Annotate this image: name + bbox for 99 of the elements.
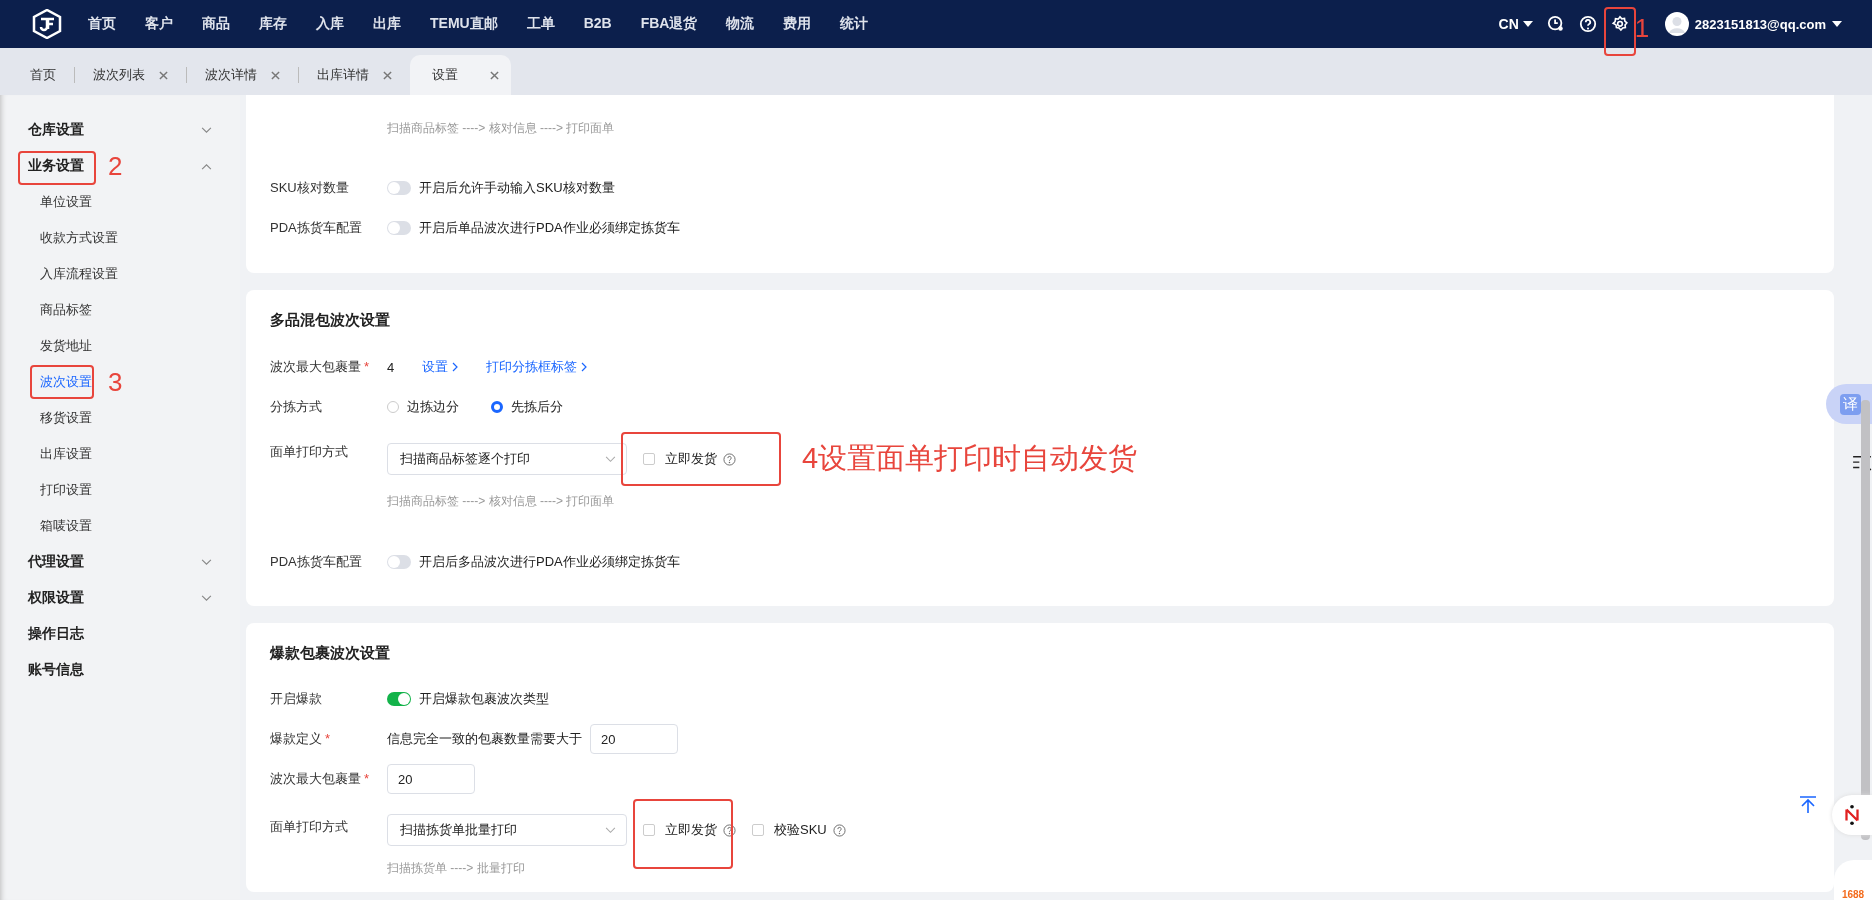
field-label: 开启爆款 [270, 690, 323, 708]
nav-link[interactable]: 客户 [145, 15, 173, 33]
annotation-number: 1 [1634, 15, 1650, 41]
switch-description: 开启后允许手动输入SKU核对数量 [419, 179, 615, 197]
page-tab[interactable]: 设置 [410, 55, 511, 95]
field-prefix: 信息完全一致的包裹数量需要大于 [387, 730, 582, 748]
toggle-switch[interactable] [387, 555, 411, 569]
link[interactable]: 打印分拣框标签 [486, 358, 588, 376]
field-label: 面单打印方式 [270, 443, 349, 461]
page-tab[interactable]: 首页 [12, 55, 74, 95]
checkbox[interactable]: 立即发货 [643, 821, 717, 839]
sidebar-item[interactable]: 商品标签 [40, 301, 92, 319]
caret-icon [1832, 21, 1842, 27]
number-field[interactable]: 20 [387, 764, 475, 794]
nav-link[interactable]: 出库 [373, 15, 401, 33]
sidebar-item[interactable]: 发货地址 [40, 337, 92, 355]
chevron-icon[interactable] [201, 126, 212, 134]
arrow-up-icon [1798, 795, 1818, 815]
close-icon[interactable] [159, 70, 168, 80]
field-label: SKU核对数量 [270, 179, 350, 197]
field-value: 4 [387, 359, 395, 375]
avatar-icon [1664, 12, 1689, 36]
checkbox[interactable]: 立即发货 [643, 450, 717, 468]
chevron-icon[interactable] [201, 162, 212, 170]
nav-link[interactable]: FBA退货 [640, 15, 698, 33]
annotation-text: 4设置面单打印时自动发货 [802, 441, 1138, 476]
flow-hint: 扫描商品标签 ----> 核对信息 ----> 打印面单 [387, 493, 616, 510]
radio-option[interactable]: 边拣边分 [387, 398, 459, 416]
sidebar-item[interactable]: 波次设置 [40, 373, 92, 391]
sidebar-item[interactable]: 收款方式设置 [40, 229, 118, 247]
nav-link[interactable]: 入库 [316, 15, 344, 33]
print-mode-dropdown[interactable]: 扫描拣货单批量打印 [387, 814, 627, 846]
close-icon[interactable] [271, 70, 280, 80]
close-icon[interactable] [490, 70, 499, 80]
nav-link[interactable]: TEMU直邮 [430, 15, 498, 33]
chevron-icon[interactable] [201, 558, 212, 566]
chevron-icon [605, 826, 616, 834]
field-label: 分拣方式 [270, 398, 323, 416]
sidebar-item[interactable]: 单位设置 [40, 193, 92, 211]
scrollbar[interactable] [1861, 400, 1870, 840]
field-label: 面单打印方式 [270, 818, 349, 836]
sidebar-item[interactable]: 移货设置 [40, 409, 92, 427]
switch-description: 开启后多品波次进行PDA作业必须绑定拣货车 [419, 553, 680, 571]
nav-link[interactable]: 库存 [259, 15, 287, 33]
field-label: PDA拣货车配置 [270, 219, 363, 237]
clock-icon[interactable] [1546, 15, 1565, 33]
sidebar-item[interactable]: 出库设置 [40, 445, 92, 463]
field-label: PDA拣货车配置 [270, 553, 363, 571]
switch-description: 开启后单品波次进行PDA作业必须绑定拣货车 [419, 219, 680, 237]
checkbox[interactable]: 校验SKU [752, 821, 827, 839]
nav-link[interactable]: 工单 [526, 15, 555, 33]
toggle-switch[interactable] [387, 692, 411, 706]
toggle-switch[interactable] [387, 221, 411, 235]
chevron-icon [605, 455, 616, 463]
print-mode-dropdown[interactable]: 扫描商品标签逐个打印 [387, 443, 627, 475]
page-tab[interactable]: 出库详情 [299, 55, 410, 95]
number-field[interactable]: 20 [590, 724, 678, 754]
user-menu[interactable]: 2823151813@qq.com [1664, 12, 1842, 36]
field-label: 波次最大包裹量 * [270, 358, 371, 376]
plugin-button[interactable] [1832, 795, 1872, 835]
toggle-switch[interactable] [387, 181, 411, 195]
sidebar-item[interactable]: 箱唛设置 [40, 517, 92, 535]
annotation-number: 2 [108, 153, 123, 179]
nav-link[interactable]: 统计 [840, 15, 869, 33]
settings-icon[interactable] [1610, 15, 1629, 33]
sidebar-group[interactable]: 权限设置 [28, 589, 84, 607]
sidebar-group[interactable]: 仓库设置 [28, 121, 84, 139]
flow-hint: 扫描拣货单 ----> 批量打印 [387, 860, 526, 877]
flow-hint: 扫描商品标签 ----> 核对信息 ----> 打印面单 [387, 119, 615, 137]
field-label: 爆款定义 * [270, 730, 332, 748]
section-title: 爆款包裹波次设置 [270, 643, 391, 663]
chevron-icon [581, 362, 588, 372]
switch-description: 开启爆款包裹波次类型 [419, 690, 549, 708]
highlight-frame [30, 365, 94, 399]
caret-icon [1522, 21, 1533, 27]
nav-link[interactable]: 费用 [783, 15, 812, 33]
nav-link[interactable]: B2B [583, 15, 612, 33]
sidebar-group[interactable]: 操作日志 [28, 625, 84, 643]
chevron-icon [452, 362, 459, 372]
section-title: 多品混包波次设置 [270, 310, 391, 330]
logo-icon [32, 9, 62, 39]
link[interactable]: 设置 [422, 358, 459, 376]
nav-link[interactable]: 首页 [88, 15, 116, 33]
annotation-number: 3 [108, 369, 123, 395]
sidebar-group[interactable]: 账号信息 [28, 661, 84, 679]
sidebar-group[interactable]: 代理设置 [28, 553, 84, 571]
sidebar-group[interactable]: 业务设置 [28, 157, 84, 175]
user-email: 2823151813@qq.com [1694, 16, 1826, 32]
sidebar-item[interactable]: 入库流程设置 [40, 265, 118, 283]
close-icon[interactable] [383, 70, 392, 80]
language-dropdown[interactable]: CN [1498, 16, 1533, 32]
field-label: 波次最大包裹量 * [270, 770, 371, 788]
sidebar-item[interactable]: 打印设置 [40, 481, 92, 499]
radio-option[interactable]: 先拣后分 [491, 398, 563, 416]
page-tab[interactable]: 波次列表 [75, 55, 186, 95]
nav-link[interactable]: 物流 [726, 15, 755, 33]
page-tab[interactable]: 波次详情 [187, 55, 298, 95]
nav-link[interactable]: 商品 [202, 15, 230, 33]
chevron-icon[interactable] [201, 594, 212, 602]
